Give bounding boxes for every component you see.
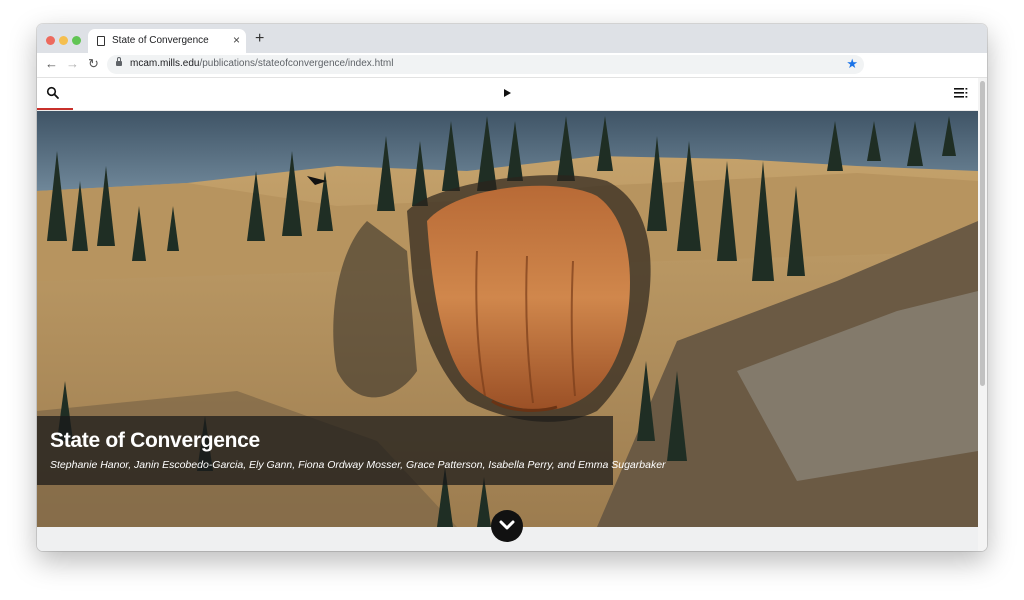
publication-authors: Stephanie Hanor, Janin Escobedo-Garcia, … — [50, 459, 666, 471]
tab-title: State of Convergence — [112, 35, 209, 46]
list-menu-icon[interactable] — [954, 88, 968, 98]
forward-button[interactable]: → — [66, 56, 79, 72]
minimize-window-button[interactable] — [59, 36, 68, 45]
new-tab-button[interactable]: + — [255, 31, 264, 47]
address-bar[interactable]: mcam.mills.edu/publications/stateofconve… — [107, 55, 864, 74]
bookmark-star-icon[interactable]: ★ — [846, 56, 858, 72]
browser-tab[interactable]: State of Convergence × — [88, 29, 246, 53]
back-button[interactable]: ← — [45, 56, 58, 72]
chevron-down-icon — [499, 520, 515, 530]
zoom-window-button[interactable] — [72, 36, 81, 45]
site-header — [37, 78, 978, 111]
tab-close-icon[interactable]: × — [233, 33, 240, 47]
url-path: /publications/stateofconvergence/index.h… — [199, 58, 394, 69]
search-active-indicator — [37, 108, 73, 110]
reload-button[interactable]: ↻ — [88, 56, 99, 72]
browser-window: State of Convergence × + ← → ↻ mcam.mill… — [37, 24, 987, 551]
scrollbar-thumb[interactable] — [980, 81, 985, 386]
url-text[interactable]: mcam.mills.edu/publications/stateofconve… — [130, 58, 393, 69]
lock-icon — [116, 57, 122, 66]
hero-section: State of Convergence Stephanie Hanor, Ja… — [37, 111, 978, 527]
tab-strip: State of Convergence × + — [37, 24, 987, 53]
publication-title: State of Convergence — [50, 429, 260, 452]
url-domain: mcam.mills.edu — [130, 58, 200, 69]
play-icon[interactable] — [504, 89, 511, 97]
close-window-button[interactable] — [46, 36, 55, 45]
scroll-down-button[interactable] — [491, 510, 523, 542]
book-icon — [97, 36, 105, 46]
page-scrollbar[interactable] — [978, 78, 987, 551]
search-icon[interactable] — [46, 86, 60, 100]
browser-toolbar: ← → ↻ mcam.mills.edu/publications/stateo… — [37, 53, 987, 78]
hero-caption-box: State of Convergence Stephanie Hanor, Ja… — [37, 416, 666, 485]
